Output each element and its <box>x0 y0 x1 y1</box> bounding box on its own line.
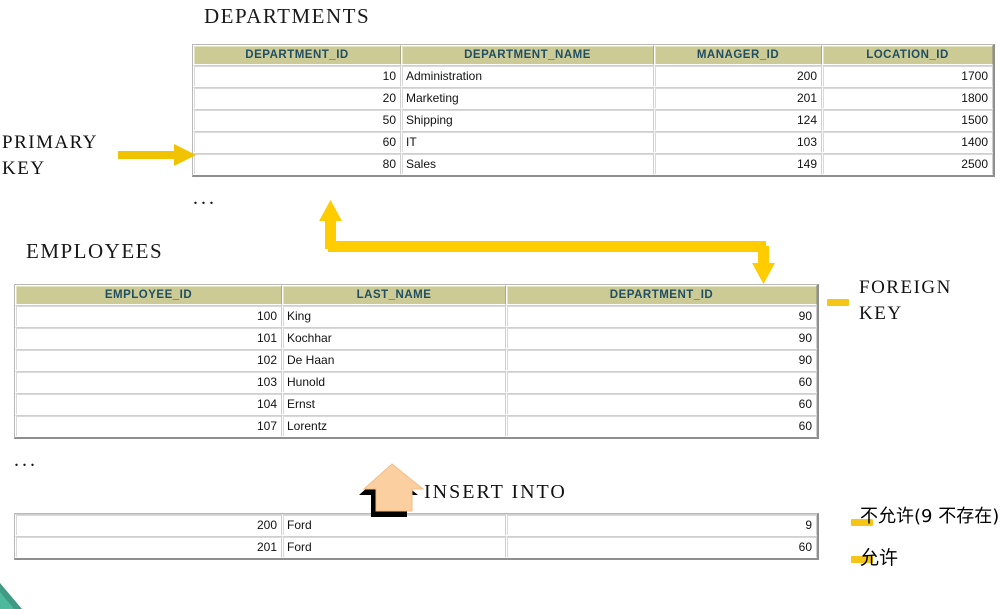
cell-department-name: Administration <box>401 65 654 87</box>
column-header-employee-id[interactable]: EMPLOYEE_ID <box>15 285 282 305</box>
departments-header-row: DEPARTMENT_ID DEPARTMENT_NAME MANAGER_ID… <box>193 45 993 65</box>
table-row[interactable]: 101 Kochhar 90 <box>15 327 817 349</box>
column-header-department-id[interactable]: DEPARTMENT_ID <box>506 285 817 305</box>
column-header-last-name[interactable]: LAST_NAME <box>282 285 506 305</box>
cell-last-name: Ford <box>282 514 506 536</box>
foreign-key-label: FOREIGN KEY <box>859 277 952 324</box>
cell-location-id: 1800 <box>822 87 993 109</box>
cell-location-id: 1500 <box>822 109 993 131</box>
table-row[interactable]: 10 Administration 200 1700 <box>193 65 993 87</box>
table-row[interactable]: 102 De Haan 90 <box>15 349 817 371</box>
cell-department-name: Marketing <box>401 87 654 109</box>
table-row[interactable]: 103 Hunold 60 <box>15 371 817 393</box>
employees-title: EMPLOYEES <box>26 239 164 263</box>
employees-header-row: EMPLOYEE_ID LAST_NAME DEPARTMENT_ID <box>15 285 817 305</box>
cell-manager-id: 200 <box>654 65 822 87</box>
cell-department-id: 90 <box>506 327 817 349</box>
cell-last-name: Ford <box>282 536 506 558</box>
employees-table: EMPLOYEE_ID LAST_NAME DEPARTMENT_ID 100 … <box>14 284 819 439</box>
cell-department-id: 60 <box>506 393 817 415</box>
cell-last-name: Hunold <box>282 371 506 393</box>
employees-ellipsis: ... <box>14 449 38 471</box>
cell-department-id: 9 <box>506 514 817 536</box>
inserted-rows-table: 200 Ford 9 201 Ford 60 <box>14 513 819 560</box>
cell-manager-id: 124 <box>654 109 822 131</box>
cell-employee-id: 103 <box>15 371 282 393</box>
cell-employee-id: 200 <box>15 514 282 536</box>
column-header-manager-id[interactable]: MANAGER_ID <box>654 45 822 65</box>
primary-key-label: PRIMARY KEY <box>2 132 99 179</box>
cell-last-name: King <box>282 305 506 327</box>
cell-manager-id: 201 <box>654 87 822 109</box>
cell-department-id: 60 <box>506 415 817 437</box>
cell-last-name: De Haan <box>282 349 506 371</box>
cell-employee-id: 102 <box>15 349 282 371</box>
column-header-department-id[interactable]: DEPARTMENT_ID <box>193 45 401 65</box>
table-row[interactable]: 100 King 90 <box>15 305 817 327</box>
cell-department-id: 60 <box>506 536 817 558</box>
dash-marker-icon-foreign-key <box>827 299 849 306</box>
slide-canvas: DEPARTMENTS DEPARTMENT_ID DEPARTMENT_NAM… <box>0 0 1005 609</box>
cell-department-name: Sales <box>401 153 654 175</box>
cell-employee-id: 100 <box>15 305 282 327</box>
cell-employee-id: 201 <box>15 536 282 558</box>
cell-manager-id: 149 <box>654 153 822 175</box>
cell-employee-id: 101 <box>15 327 282 349</box>
cell-department-id: 80 <box>193 153 401 175</box>
cell-department-id: 60 <box>193 131 401 153</box>
table-row[interactable]: 107 Lorentz 60 <box>15 415 817 437</box>
cell-location-id: 2500 <box>822 153 993 175</box>
cell-department-name: IT <box>401 131 654 153</box>
cell-department-id: 90 <box>506 305 817 327</box>
cell-department-id: 90 <box>506 349 817 371</box>
departments-title: DEPARTMENTS <box>204 4 371 28</box>
table-row[interactable]: 50 Shipping 124 1500 <box>193 109 993 131</box>
table-row[interactable]: 104 Ernst 60 <box>15 393 817 415</box>
cell-last-name: Ernst <box>282 393 506 415</box>
arrow-up-block-icon-insert <box>359 463 425 517</box>
departments-ellipsis: ... <box>193 187 217 209</box>
cell-location-id: 1400 <box>822 131 993 153</box>
cell-department-id: 50 <box>193 109 401 131</box>
column-header-department-name[interactable]: DEPARTMENT_NAME <box>401 45 654 65</box>
not-allowed-label: 不允许(9 不存在) <box>860 506 1000 527</box>
cell-employee-id: 107 <box>15 415 282 437</box>
table-row[interactable]: 200 Ford 9 <box>15 514 817 536</box>
cell-employee-id: 104 <box>15 393 282 415</box>
cell-department-id: 20 <box>193 87 401 109</box>
elbow-double-arrow-icon-relation <box>319 200 775 284</box>
arrow-right-icon-primary-key <box>118 144 196 166</box>
allowed-label: 允许 <box>860 547 899 569</box>
corner-accent-icon <box>0 583 22 609</box>
table-row[interactable]: 80 Sales 149 2500 <box>193 153 993 175</box>
cell-last-name: Lorentz <box>282 415 506 437</box>
cell-department-name: Shipping <box>401 109 654 131</box>
cell-manager-id: 103 <box>654 131 822 153</box>
column-header-location-id[interactable]: LOCATION_ID <box>822 45 993 65</box>
insert-into-label: INSERT INTO <box>424 481 567 503</box>
table-row[interactable]: 20 Marketing 201 1800 <box>193 87 993 109</box>
cell-department-id: 10 <box>193 65 401 87</box>
departments-table: DEPARTMENT_ID DEPARTMENT_NAME MANAGER_ID… <box>192 44 995 177</box>
cell-location-id: 1700 <box>822 65 993 87</box>
cell-department-id: 60 <box>506 371 817 393</box>
cell-last-name: Kochhar <box>282 327 506 349</box>
table-row[interactable]: 201 Ford 60 <box>15 536 817 558</box>
table-row[interactable]: 60 IT 103 1400 <box>193 131 993 153</box>
